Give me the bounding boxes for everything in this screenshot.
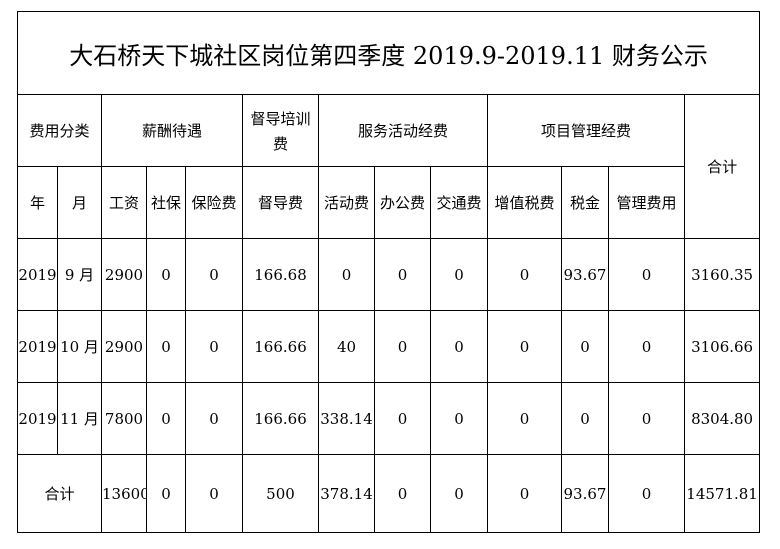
cell-office: 0 [374, 382, 431, 455]
cell-tax: 0 [561, 310, 609, 383]
total-mgmt: 0 [608, 454, 685, 533]
cell-month: 9 月 [57, 238, 102, 311]
cell-supervision: 166.68 [242, 238, 319, 311]
subheader-transport: 交通费 [430, 166, 488, 239]
cell-transport: 0 [430, 238, 488, 311]
cell-mgmt: 0 [608, 310, 685, 383]
cell-transport: 0 [430, 382, 488, 455]
total-social: 0 [146, 454, 186, 533]
subheader-vat: 增值税费 [487, 166, 562, 239]
subheader-office: 办公费 [374, 166, 431, 239]
subheader-mgmt: 管理费用 [608, 166, 685, 239]
cell-social: 0 [146, 238, 186, 311]
total-transport: 0 [430, 454, 488, 533]
cell-supervision: 166.66 [242, 310, 319, 383]
table-row: 2019 10 月 2900 0 0 166.66 40 0 0 0 0 0 3… [17, 310, 761, 383]
total-supervision: 500 [242, 454, 319, 533]
subheader-supervision: 督导费 [242, 166, 319, 239]
cell-insurance: 0 [185, 310, 243, 383]
total-grand: 14571.81 [683, 454, 761, 533]
header-category: 费用分类 [17, 94, 102, 167]
cell-month: 11 月 [57, 382, 102, 455]
cell-mgmt: 0 [608, 238, 685, 311]
cell-mgmt: 0 [608, 382, 685, 455]
cell-wage: 2900 [101, 310, 147, 383]
finance-table: 大石桥天下城社区岗位第四季度 2019.9-2019.11 财务公示 费用分类 … [16, 11, 761, 533]
cell-activity: 0 [318, 238, 375, 311]
subheader-tax: 税金 [561, 166, 609, 239]
cell-insurance: 0 [185, 238, 243, 311]
subheader-month: 月 [57, 166, 102, 239]
total-insurance: 0 [185, 454, 243, 533]
cell-vat: 0 [487, 310, 562, 383]
subheader-activity: 活动费 [318, 166, 375, 239]
total-tax: 93.67 [561, 454, 609, 533]
cell-supervision: 166.66 [242, 382, 319, 455]
cell-total: 3106.66 [683, 310, 761, 383]
cell-office: 0 [374, 238, 431, 311]
subheader-year: 年 [17, 166, 58, 239]
cell-vat: 0 [487, 382, 562, 455]
cell-tax: 93.67 [561, 238, 609, 311]
cell-transport: 0 [430, 310, 488, 383]
header-service: 服务活动经费 [318, 94, 488, 167]
cell-social: 0 [146, 382, 186, 455]
cell-total: 8304.80 [683, 382, 761, 455]
cell-month: 10 月 [57, 310, 102, 383]
table-row: 2019 11 月 7800 0 0 166.66 338.14 0 0 0 0… [17, 382, 761, 455]
finance-sheet-page: 大石桥天下城社区岗位第四季度 2019.9-2019.11 财务公示 费用分类 … [0, 0, 780, 549]
cell-insurance: 0 [185, 382, 243, 455]
cell-wage: 2900 [101, 238, 147, 311]
cell-wage: 7800 [101, 382, 147, 455]
header-project: 项目管理经费 [487, 94, 685, 167]
cell-tax: 0 [561, 382, 609, 455]
cell-social: 0 [146, 310, 186, 383]
cell-year: 2019 [17, 382, 58, 455]
header-supervision-line1: 督导培训 [250, 109, 311, 128]
cell-activity: 40 [318, 310, 375, 383]
header-total: 合计 [683, 94, 761, 239]
cell-activity: 338.14 [318, 382, 375, 455]
cell-year: 2019 [17, 310, 58, 383]
cell-year: 2019 [17, 238, 58, 311]
subheader-wage: 工资 [101, 166, 147, 239]
totals-label: 合计 [17, 454, 102, 533]
total-wage: 13600 [101, 454, 147, 533]
cell-vat: 0 [487, 238, 562, 311]
subheader-insurance: 保险费 [185, 166, 243, 239]
cell-office: 0 [374, 310, 431, 383]
total-office: 0 [374, 454, 431, 533]
cell-total: 3160.35 [683, 238, 761, 311]
page-title: 大石桥天下城社区岗位第四季度 2019.9-2019.11 财务公示 [16, 11, 761, 95]
table-row: 2019 9 月 2900 0 0 166.68 0 0 0 0 93.67 0… [17, 238, 761, 311]
subheader-social: 社保 [146, 166, 186, 239]
header-salary: 薪酬待遇 [101, 94, 243, 167]
header-supervision: 督导培训 费 [242, 94, 319, 167]
header-supervision-line2: 费 [272, 134, 288, 153]
total-activity: 378.14 [318, 454, 375, 533]
totals-row: 合计 13600 0 0 500 378.14 0 0 0 93.67 0 14… [17, 454, 761, 533]
total-vat: 0 [487, 454, 562, 533]
